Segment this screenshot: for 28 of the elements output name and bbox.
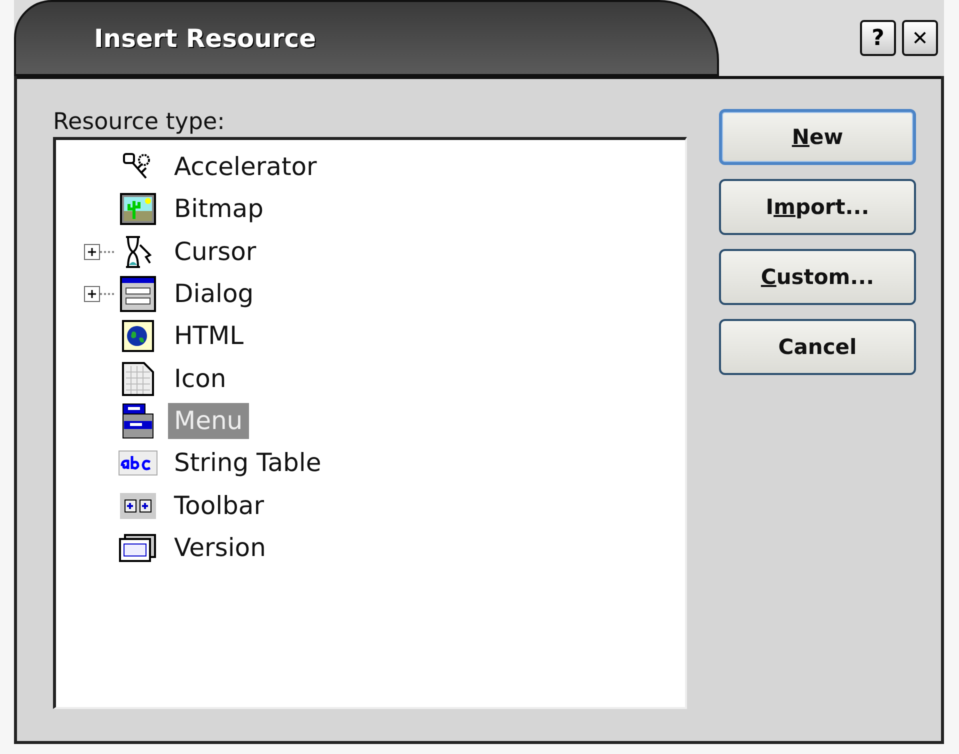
dialog-button[interactable]: New [719,109,916,165]
tree-item[interactable]: Icon [168,360,232,397]
tree-item[interactable]: String Table [168,445,328,482]
tree-label: Resource type: [53,109,226,135]
tree-item[interactable]: Accelerator [168,149,323,186]
dialog-button[interactable]: Import... [719,179,916,235]
abc-text-icon [118,450,158,476]
globe-page-icon [122,320,154,352]
cactus-picture-icon [120,193,156,226]
close-button[interactable]: ✕ [902,20,938,56]
tree-item[interactable]: Cursor [168,234,262,270]
window-title: Insert Resource [94,24,316,52]
tree-item[interactable]: Bitmap [168,191,270,228]
tree-item[interactable]: Dialog [168,276,260,312]
help-button[interactable]: ? [860,20,896,56]
plus-box-icon[interactable] [84,286,100,302]
toolbar-icon [119,492,157,520]
menu-icon [122,402,154,439]
grid-page-icon [122,362,154,396]
resource-tree[interactable]: Accelerator Bitmap Cursor Dialog HTML Icon Menu String Table Toolbar Version [53,137,687,709]
dialog-button[interactable]: Custom... [719,249,916,305]
tree-item[interactable]: Toolbar [168,488,270,524]
dialog-button[interactable]: Cancel [719,319,916,375]
tree-item[interactable]: HTML [168,318,250,354]
dialog-window-icon [120,276,156,312]
tree-item[interactable]: Version [168,530,272,566]
version-plate-icon [119,534,157,562]
plus-box-icon[interactable] [84,244,100,260]
